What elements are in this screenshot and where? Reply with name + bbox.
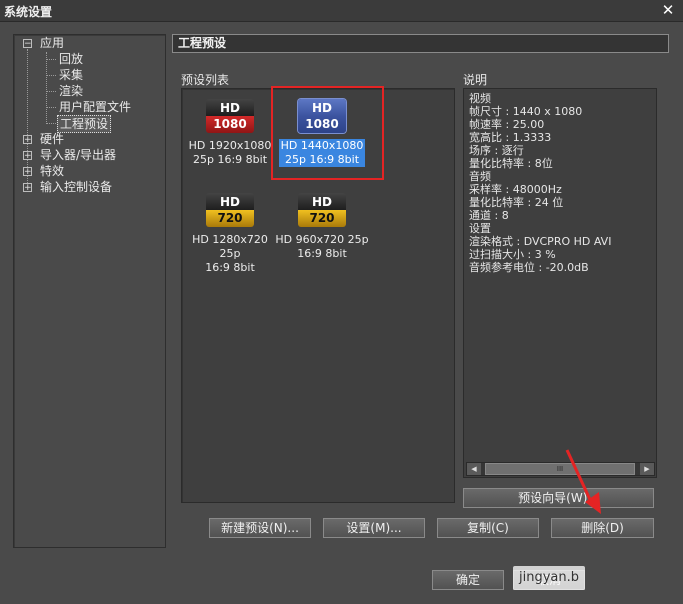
hd-1080-red-icon: HD 1080 <box>206 99 254 133</box>
annotation-arrow-icon <box>565 449 601 514</box>
desc-line: 通道 : 8 <box>469 209 509 222</box>
close-icon[interactable]: ✕ <box>659 1 677 19</box>
tree-connector <box>47 107 56 108</box>
desc-line: 设置 <box>469 222 491 235</box>
tree-item-input-control[interactable]: 输入控制设备 <box>40 179 112 195</box>
scroll-left-icon[interactable]: ◀ <box>467 463 481 475</box>
preset-label: HD 960x720 25p 16:9 8bit <box>275 233 369 260</box>
tree-item-application[interactable]: 应用 <box>40 35 64 51</box>
description-label: 说明 <box>463 73 488 87</box>
hd-720-gold-icon: HD 720 <box>298 193 346 227</box>
collapse-icon[interactable]: − <box>23 39 32 49</box>
settings-tree[interactable]: − 应用 回放 采集 渲染 用户配置文件 工程预设 + 硬件 + 导入器/导出器… <box>13 34 166 548</box>
tree-connector <box>47 91 56 92</box>
preset-item-1920x1080[interactable]: HD 1080 HD 1920x1080 25p 16:9 8bit <box>182 99 278 167</box>
desc-line: 帧尺寸 : 1440 x 1080 <box>469 105 583 118</box>
watermark: jingyan.b <box>513 566 585 590</box>
desc-line: 量化比特率 : 8位 <box>469 157 553 170</box>
settings-button[interactable]: 设置(M)... <box>323 518 425 538</box>
preset-label: HD 1280x720 25p 16:9 8bit <box>192 233 268 274</box>
tree-connector <box>47 75 56 76</box>
tree-item-hardware[interactable]: 硬件 <box>40 131 64 147</box>
tree-connector <box>46 52 47 124</box>
scroll-right-icon[interactable]: ▶ <box>640 463 654 475</box>
highlight-box <box>271 86 384 180</box>
preset-label: HD 1920x1080 25p 16:9 8bit <box>188 139 272 166</box>
desc-line: 音频参考电位 : -20.0dB <box>469 261 589 274</box>
tree-item-user-profile[interactable]: 用户配置文件 <box>59 99 131 115</box>
desc-line: 视频 <box>469 92 491 105</box>
tree-item-render[interactable]: 渲染 <box>59 83 83 99</box>
expand-icon[interactable]: + <box>23 135 32 145</box>
tree-item-effects[interactable]: 特效 <box>40 163 64 179</box>
panel-header: 工程预设 <box>172 34 669 53</box>
desc-line: 过扫描大小 : 3 % <box>469 248 556 261</box>
new-preset-button[interactable]: 新建预设(N)... <box>209 518 311 538</box>
tree-item-importer-exporter[interactable]: 导入器/导出器 <box>40 147 116 163</box>
desc-line: 帧速率 : 25.00 <box>469 118 545 131</box>
expand-icon[interactable]: + <box>23 183 32 193</box>
tree-item-playback[interactable]: 回放 <box>59 51 83 67</box>
tree-connector <box>47 123 56 124</box>
desc-line: 渲染格式 : DVCPRO HD AVI <box>469 235 612 248</box>
preset-item-1280x720[interactable]: HD 720 HD 1280x720 25p 16:9 8bit <box>182 193 278 275</box>
tree-connector <box>47 59 56 60</box>
desc-line: 场序 : 逐行 <box>469 144 524 157</box>
hd-720-gold-icon: HD 720 <box>206 193 254 227</box>
window-title: 系统设置 <box>4 5 53 19</box>
desc-line: 宽高比 : 1.3333 <box>469 131 552 144</box>
ok-button[interactable]: 确定 <box>432 570 504 590</box>
expand-icon[interactable]: + <box>23 151 32 161</box>
desc-line: 采样率 : 48000Hz <box>469 183 562 196</box>
copy-button[interactable]: 复制(C) <box>437 518 539 538</box>
expand-icon[interactable]: + <box>23 167 32 177</box>
title-bar <box>0 0 683 22</box>
tree-item-project-presets[interactable]: 工程预设 <box>57 115 112 133</box>
description-panel: 视频 帧尺寸 : 1440 x 1080 帧速率 : 25.00 宽高比 : 1… <box>463 88 657 478</box>
preset-list-label: 预设列表 <box>181 73 230 87</box>
preset-item-960x720[interactable]: HD 720 HD 960x720 25p 16:9 8bit <box>274 193 370 261</box>
desc-line: 量化比特率 : 24 位 <box>469 196 564 209</box>
desc-line: 音频 <box>469 170 491 183</box>
tree-item-capture[interactable]: 采集 <box>59 67 83 83</box>
